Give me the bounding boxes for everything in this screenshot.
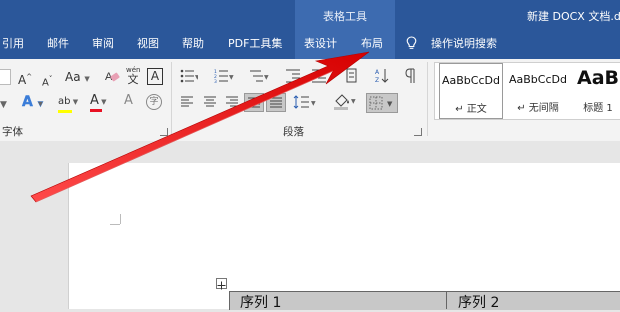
highlight-label: ab — [58, 96, 71, 107]
tab-pdf-tools[interactable]: PDF工具集 — [228, 35, 282, 51]
clear-formatting-icon[interactable]: A — [104, 68, 120, 84]
justify-button[interactable] — [244, 93, 264, 112]
tab-references[interactable]: 引用 — [2, 35, 24, 51]
phonetic-guide-bottom: 文 — [127, 73, 139, 86]
document-page[interactable] — [68, 163, 620, 309]
show-marks-icon[interactable] — [405, 68, 417, 84]
change-case-button[interactable]: Aa ▼ — [65, 70, 90, 86]
multilevel-list-icon[interactable]: ▼ — [249, 69, 269, 83]
grow-font-button[interactable]: A^ — [18, 70, 32, 87]
distribute-icon — [270, 97, 282, 108]
align-left-icon[interactable] — [180, 96, 194, 108]
grow-font-label: A — [18, 73, 27, 87]
style-heading-1[interactable]: AaB 标题 1 — [573, 63, 620, 119]
shading-icon[interactable]: ▼ — [333, 93, 357, 111]
chinese-layout-icon[interactable] — [346, 68, 360, 84]
table[interactable] — [229, 291, 620, 310]
enclose-characters-button[interactable]: 字 — [146, 94, 162, 110]
increase-indent-icon[interactable] — [311, 69, 327, 83]
table-tools-group: 表格工具 — [295, 0, 395, 60]
svg-text:▼: ▼ — [195, 74, 198, 81]
paragraph-dialog-launcher[interactable] — [414, 128, 422, 136]
svg-text:▼: ▼ — [351, 98, 356, 105]
table-cell[interactable]: 序列 2 — [458, 292, 499, 311]
move-icon — [217, 281, 226, 290]
group-separator — [427, 62, 428, 136]
tab-layout[interactable]: 布局 — [361, 35, 383, 51]
table-tools-label: 表格工具 — [323, 10, 367, 23]
font-color-bar — [90, 109, 102, 112]
table-cell[interactable]: 序列 1 — [240, 292, 281, 311]
tab-mailings[interactable]: 邮件 — [47, 35, 69, 51]
svg-text:3: 3 — [214, 79, 217, 83]
tell-me-search[interactable]: 操作说明搜索 — [431, 35, 497, 51]
sort-icon[interactable]: AZ — [375, 68, 389, 84]
font-color-label: A — [90, 93, 99, 108]
paragraph-group-label: 段落 — [283, 126, 304, 138]
svg-text:▼: ▼ — [229, 74, 234, 81]
text-effects-button[interactable]: A ▼ — [22, 94, 44, 111]
align-right-icon[interactable] — [225, 96, 239, 108]
decrease-indent-icon[interactable] — [285, 69, 301, 83]
character-border-button[interactable]: A — [147, 68, 163, 85]
style-name: ↵ 正文 — [455, 104, 487, 115]
style-sample: AaB — [576, 67, 619, 89]
highlight-color-bar — [58, 110, 72, 113]
justify-icon — [248, 97, 260, 108]
styles-gallery: AaBbCcDd ↵ 正文 AaBbCcDd ↵ 无间隔 AaB 标题 1 — [434, 62, 620, 120]
shrink-font-button[interactable]: A˅ — [42, 72, 52, 90]
group-separator — [171, 62, 172, 136]
character-shading-button[interactable]: A — [124, 94, 133, 108]
table-move-handle[interactable] — [216, 278, 227, 290]
font-row2-dropdown[interactable]: ▼ — [0, 98, 7, 112]
distribute-button[interactable] — [266, 93, 286, 112]
style-sample: AaBbCcDd — [509, 73, 567, 86]
phonetic-guide-button[interactable]: wén 文 — [126, 66, 140, 86]
style-normal[interactable]: AaBbCcDd ↵ 正文 — [439, 63, 503, 119]
tab-help[interactable]: 帮助 — [182, 35, 204, 51]
style-name: ↵ 无间隔 — [517, 103, 559, 114]
style-no-spacing[interactable]: AaBbCcDd ↵ 无间隔 — [505, 63, 571, 119]
style-name: 标题 1 — [583, 103, 613, 114]
lightbulb-icon — [406, 36, 417, 49]
tab-table-design[interactable]: 表设计 — [304, 35, 337, 51]
page-corner-mark — [120, 214, 121, 224]
tab-review[interactable]: 审阅 — [92, 35, 114, 51]
svg-text:Z: Z — [375, 77, 379, 84]
svg-text:▼: ▼ — [387, 100, 393, 108]
text-effects-label: A — [22, 94, 33, 110]
font-group-label: 字体 — [2, 126, 23, 138]
style-sample: AaBbCcDd — [442, 74, 500, 87]
bullets-icon[interactable]: ▼ — [180, 69, 198, 83]
numbering-icon[interactable]: 123 ▼ — [214, 69, 234, 83]
svg-text:▼: ▼ — [311, 100, 316, 107]
line-spacing-icon[interactable]: ▼ — [293, 95, 317, 109]
font-color-button[interactable]: A ▼ — [90, 94, 107, 112]
borders-button[interactable]: ▼ — [366, 93, 398, 113]
highlight-button[interactable]: ab ▼ — [58, 94, 78, 113]
font-dialog-launcher[interactable] — [160, 128, 168, 136]
page-corner-mark — [110, 224, 120, 225]
font-size-box[interactable] — [0, 69, 11, 85]
shrink-font-label: A — [42, 77, 49, 89]
tab-view[interactable]: 视图 — [137, 35, 159, 51]
borders-icon: ▼ — [369, 96, 393, 110]
align-center-icon[interactable] — [203, 96, 217, 108]
document-title: 新建 DOCX 文档.d — [527, 10, 620, 23]
table-column-border — [446, 291, 447, 309]
svg-text:▼: ▼ — [264, 74, 269, 81]
svg-text:A: A — [375, 69, 380, 76]
change-case-label: Aa — [65, 70, 81, 84]
